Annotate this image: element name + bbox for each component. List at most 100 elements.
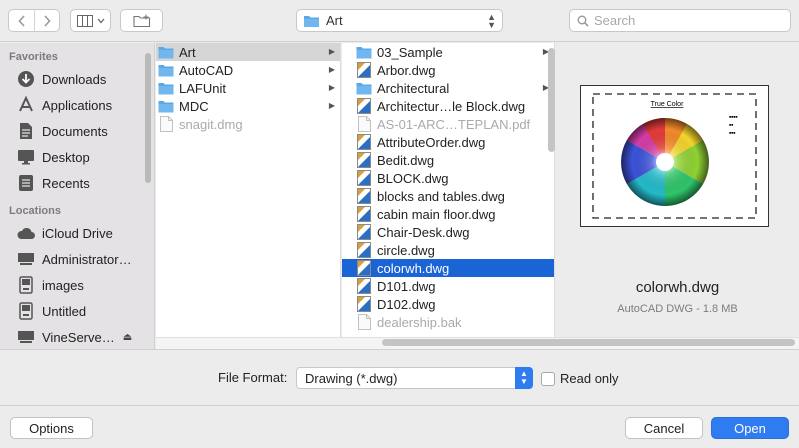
column-2-row[interactable]: dealership.bak <box>342 313 554 331</box>
column-1: Art ▶ AutoCAD ▶ LAFUnit ▶ MDC ▶ snagit.dmg <box>156 43 341 339</box>
column-1-row-label: LAFUnit <box>179 80 226 96</box>
column-2-row[interactable]: AS-01-ARC…TEPLAN.pdf <box>342 115 554 133</box>
column-2-row-label: BLOCK.dwg <box>377 170 449 186</box>
column-2-row-label: dealership.bak <box>377 314 462 330</box>
column-1-row[interactable]: LAFUnit ▶ <box>156 79 340 97</box>
column-2: 03_Sample ▶ Arbor.dwg Architectural ▶ Archite… <box>342 43 555 339</box>
disclosure-arrow-icon: ▶ <box>328 65 335 74</box>
column-2-row[interactable]: Bedit.dwg <box>342 151 554 169</box>
chevron-updown-icon: ▲ ▼ <box>487 12 496 30</box>
column-1-row[interactable]: MDC ▶ <box>156 97 340 115</box>
format-bar: File Format: Drawing (*.dwg) ▲ ▼ Read onl… <box>0 349 799 405</box>
column-2-row[interactable]: colorwh.dwg <box>342 259 554 277</box>
sidebar-item-vineserver[interactable]: VineServe… ⏏ <box>0 324 154 349</box>
desktop-icon <box>16 148 36 166</box>
dwg-file-icon <box>356 98 372 114</box>
column-2-row-label: circle.dwg <box>377 242 435 258</box>
columns-view-icon <box>76 14 93 27</box>
folder-icon <box>356 44 372 60</box>
column-2-row[interactable]: 03_Sample ▶ <box>342 43 554 61</box>
column-2-row[interactable]: D101.dwg <box>342 277 554 295</box>
column-2-row[interactable]: BLOCK.dwg <box>342 169 554 187</box>
svg-text:■■: ■■ <box>729 123 733 127</box>
monitor-icon <box>16 250 36 268</box>
column-2-row[interactable]: cabin main floor.dwg <box>342 205 554 223</box>
search-field[interactable] <box>569 9 791 32</box>
sidebar-item-icloud-drive[interactable]: iCloud Drive <box>0 220 154 246</box>
new-folder-icon <box>132 14 150 27</box>
column-2-row-label: Arbor.dwg <box>377 62 436 78</box>
favorites-header: Favorites <box>9 51 58 63</box>
applications-icon <box>16 96 36 114</box>
svg-text:■■■■: ■■■■ <box>729 115 737 119</box>
sidebar-scrollbar[interactable] <box>145 53 151 183</box>
sidebar-item-downloads[interactable]: Downloads <box>0 66 154 92</box>
chevron-right-icon <box>44 14 51 27</box>
column-1-row-label: Art <box>179 44 196 60</box>
column-2-row[interactable]: Architectur…le Block.dwg <box>342 97 554 115</box>
preview-file-name: colorwh.dwg <box>635 279 720 296</box>
disclosure-arrow-icon: ▶ <box>328 83 335 92</box>
column-2-row[interactable]: Chair-Desk.dwg <box>342 223 554 241</box>
column-2-row[interactable]: Arbor.dwg <box>342 61 554 79</box>
read-only-checkbox[interactable]: Read only <box>541 371 619 386</box>
open-button[interactable]: Open <box>711 417 789 439</box>
horizontal-scrollbar[interactable] <box>382 339 795 346</box>
file-format-label: File Format: <box>218 370 288 385</box>
back-button[interactable] <box>9 10 34 31</box>
dwg-file-icon <box>356 152 372 168</box>
column-2-row-label: AS-01-ARC…TEPLAN.pdf <box>377 116 531 132</box>
toolbar: Art ▲ ▼ <box>0 0 799 42</box>
locations-header: Locations <box>9 205 61 217</box>
svg-text:■■■: ■■■ <box>729 131 735 135</box>
preview-pane: True Color ■■■■ ■■ ■■■ colorwh.dwg AutoC… <box>556 43 799 339</box>
checkbox-box[interactable] <box>541 371 555 386</box>
dwg-file-icon <box>356 134 372 150</box>
dwg-file-icon <box>356 206 372 222</box>
sidebar-item-untitled[interactable]: Untitled <box>0 298 154 324</box>
sidebar-item-images[interactable]: images <box>0 272 154 298</box>
forward-button[interactable] <box>34 10 59 31</box>
sidebar-item-label: Desktop <box>42 149 90 165</box>
eject-icon[interactable]: ⏏ <box>123 332 132 343</box>
sidebar-item-desktop[interactable]: Desktop <box>0 144 154 170</box>
thumb-title: True Color <box>651 101 684 108</box>
column-2-scrollbar[interactable] <box>548 48 555 152</box>
column-1-row[interactable]: AutoCAD ▶ <box>156 61 340 79</box>
sidebar-item-label: Recents <box>42 175 90 191</box>
new-folder-button[interactable] <box>120 9 163 32</box>
document-icon <box>158 116 174 132</box>
column-2-row-label: Architectural <box>377 80 450 96</box>
disk-icon <box>16 276 36 294</box>
column-1-row-label: AutoCAD <box>179 62 234 78</box>
preview-file-info: AutoCAD DWG - 1.8 MB <box>617 303 738 315</box>
sidebar-item-label: iCloud Drive <box>42 225 113 241</box>
column-2-row[interactable]: circle.dwg <box>342 241 554 259</box>
sidebar-item-documents[interactable]: Documents <box>0 118 154 144</box>
file-format-select[interactable]: Drawing (*.dwg) ▲ ▼ <box>296 367 533 389</box>
search-input[interactable] <box>594 13 784 28</box>
column-2-row[interactable]: D102.dwg <box>342 295 554 313</box>
sidebar-item-label: Downloads <box>42 71 107 87</box>
color-wheel-preview: True Color ■■■■ ■■ ■■■ <box>592 93 757 219</box>
view-mode-button[interactable] <box>70 9 111 32</box>
folder-icon <box>356 80 372 96</box>
column-1-row[interactable]: Art ▶ <box>156 43 340 61</box>
column-1-row-label: snagit.dmg <box>179 116 243 132</box>
sidebar-item-recents[interactable]: Recents <box>0 170 154 196</box>
column-2-row[interactable]: Architectural ▶ <box>342 79 554 97</box>
options-button[interactable]: Options <box>10 417 93 439</box>
column-2-row-label: D101.dwg <box>377 278 436 294</box>
column-2-row[interactable]: blocks and tables.dwg <box>342 187 554 205</box>
sidebar-item-administrator[interactable]: Administrator… <box>0 246 154 272</box>
sidebar-item-label: Untitled <box>42 303 87 319</box>
column-2-row[interactable]: AttributeOrder.dwg <box>342 133 554 151</box>
dwg-file-icon <box>356 278 372 294</box>
disk-icon <box>16 302 36 320</box>
cancel-button[interactable]: Cancel <box>625 417 703 439</box>
dwg-file-icon <box>356 296 372 312</box>
path-popup[interactable]: Art ▲ ▼ <box>296 9 503 32</box>
documents-icon <box>16 122 36 140</box>
sidebar-item-applications[interactable]: Applications <box>0 92 154 118</box>
column-1-row[interactable]: snagit.dmg <box>156 115 340 133</box>
